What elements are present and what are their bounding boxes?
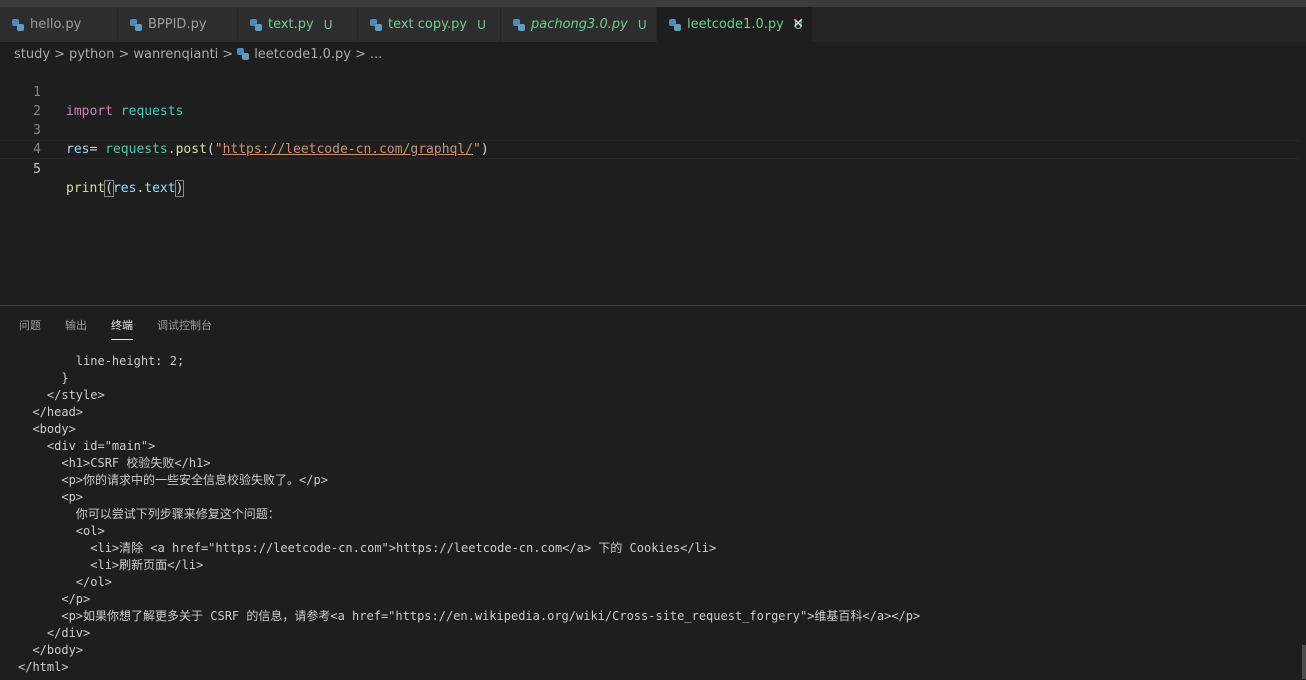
breadcrumb-separator: > xyxy=(54,46,65,62)
breadcrumb-item-python[interactable]: python xyxy=(69,47,114,62)
terminal-line: </div> xyxy=(18,626,91,640)
terminal-scrollbar[interactable] xyxy=(1302,645,1306,679)
tab-text-py[interactable]: text.py U xyxy=(238,7,358,42)
terminal-line: </p> xyxy=(18,592,91,606)
tab-output[interactable]: 输出 xyxy=(65,317,87,340)
breadcrumb-item-study[interactable]: study xyxy=(14,47,50,62)
code-line[interactable]: 2 xyxy=(0,83,1306,119)
terminal-line: <h1>CSRF 校验失败</h1> xyxy=(18,456,211,470)
breadcrumb-item-file[interactable]: leetcode1.0.py xyxy=(254,47,351,62)
terminal-line: </body> xyxy=(18,643,84,657)
terminal-line: </head> xyxy=(18,405,84,419)
tab-label: text.py xyxy=(268,17,314,32)
breadcrumb-separator: > xyxy=(118,46,130,62)
title-strip xyxy=(0,0,1306,7)
code-line[interactable]: 4 xyxy=(0,121,1306,157)
terminal-line: <ol> xyxy=(18,524,105,538)
tab-problems[interactable]: 问题 xyxy=(19,317,41,340)
bottom-panel: 问题 输出 终端 调试控制台 line-height: 2; } </style… xyxy=(0,305,1306,680)
code-line[interactable]: 3 res= requests.post("https://leetcode-c… xyxy=(0,102,1306,157)
python-file-icon xyxy=(237,48,250,60)
tab-label: leetcode1.0.py xyxy=(687,17,784,32)
terminal-line: 你可以尝试下列步骤来修复这个问题： xyxy=(18,507,280,521)
python-file-icon xyxy=(513,18,525,31)
line-number: 5 xyxy=(33,162,41,177)
terminal-line: </ol> xyxy=(18,575,112,589)
terminal-line: <p>你的请求中的一些安全信息校验失败了。</p> xyxy=(18,473,328,487)
tab-label: pachong3.0.py xyxy=(531,17,628,32)
function-print: print xyxy=(66,181,106,196)
tab-pachong3-py[interactable]: pachong3.0.py U xyxy=(501,7,657,42)
python-file-icon xyxy=(250,18,262,31)
tab-leetcode1-py[interactable]: leetcode1.0.py U ✕ xyxy=(657,7,813,42)
variable-res: res xyxy=(112,181,137,196)
terminal-line: <p> xyxy=(18,490,84,504)
breadcrumb-separator: > xyxy=(355,46,366,62)
terminal-line: <li>刷新页面</li> xyxy=(18,558,204,572)
tab-label: text copy.py xyxy=(388,17,468,32)
attribute-text: text xyxy=(144,181,176,196)
bracket-match: ) xyxy=(174,180,185,197)
tab-hello-py[interactable]: hello.py xyxy=(0,7,118,42)
breadcrumb-item-wanrenqianti[interactable]: wanrenqianti xyxy=(133,47,218,62)
terminal-line: line-height: 2; xyxy=(18,354,185,368)
untracked-status-badge: U xyxy=(637,17,647,32)
python-file-icon xyxy=(12,18,24,31)
code-line[interactable]: 1 import requests xyxy=(0,64,1306,119)
code-line-current[interactable]: 5 print(res.text) xyxy=(0,140,1299,197)
tab-label: BPPID.py xyxy=(148,17,207,32)
bracket-match: ( xyxy=(104,180,114,197)
tab-debug-console[interactable]: 调试控制台 xyxy=(157,317,212,340)
close-icon[interactable]: ✕ xyxy=(792,16,804,32)
terminal-line: </style> xyxy=(18,388,105,402)
panel-tabs: 问题 输出 终端 调试控制台 xyxy=(19,317,236,340)
untracked-status-badge: U xyxy=(323,17,333,32)
terminal-line: <li>清除 <a href="https://leetcode-cn.com"… xyxy=(18,541,717,555)
code-editor[interactable]: 1 import requests 2 3 res= requests.post… xyxy=(0,64,1306,304)
terminal-line: <p>如果你想了解更多关于 CSRF 的信息，请参考<a href="https… xyxy=(18,609,921,623)
terminal-line: } xyxy=(18,371,69,385)
breadcrumb-item-symbols[interactable]: ... xyxy=(370,47,382,62)
python-file-icon xyxy=(669,18,681,31)
python-file-icon xyxy=(370,18,382,31)
breadcrumb-separator: > xyxy=(222,46,234,62)
breadcrumb: study > python > wanrenqianti > leetcode… xyxy=(14,44,382,64)
python-file-icon xyxy=(130,18,142,31)
terminal-line: </html> xyxy=(18,660,69,674)
tab-terminal[interactable]: 终端 xyxy=(111,317,133,340)
tab-text-copy-py[interactable]: text copy.py U xyxy=(358,7,501,42)
tab-bppid-py[interactable]: BPPID.py xyxy=(118,7,238,42)
tab-label: hello.py xyxy=(30,17,82,32)
terminal-line: <body> xyxy=(18,422,76,436)
terminal-line: <div id="main"> xyxy=(18,439,156,453)
terminal-output[interactable]: line-height: 2; } </style> </head> <body… xyxy=(18,353,1298,676)
untracked-status-badge: U xyxy=(477,17,486,32)
editor-tab-bar: hello.py BPPID.py text.py U text copy.py… xyxy=(0,7,1306,42)
